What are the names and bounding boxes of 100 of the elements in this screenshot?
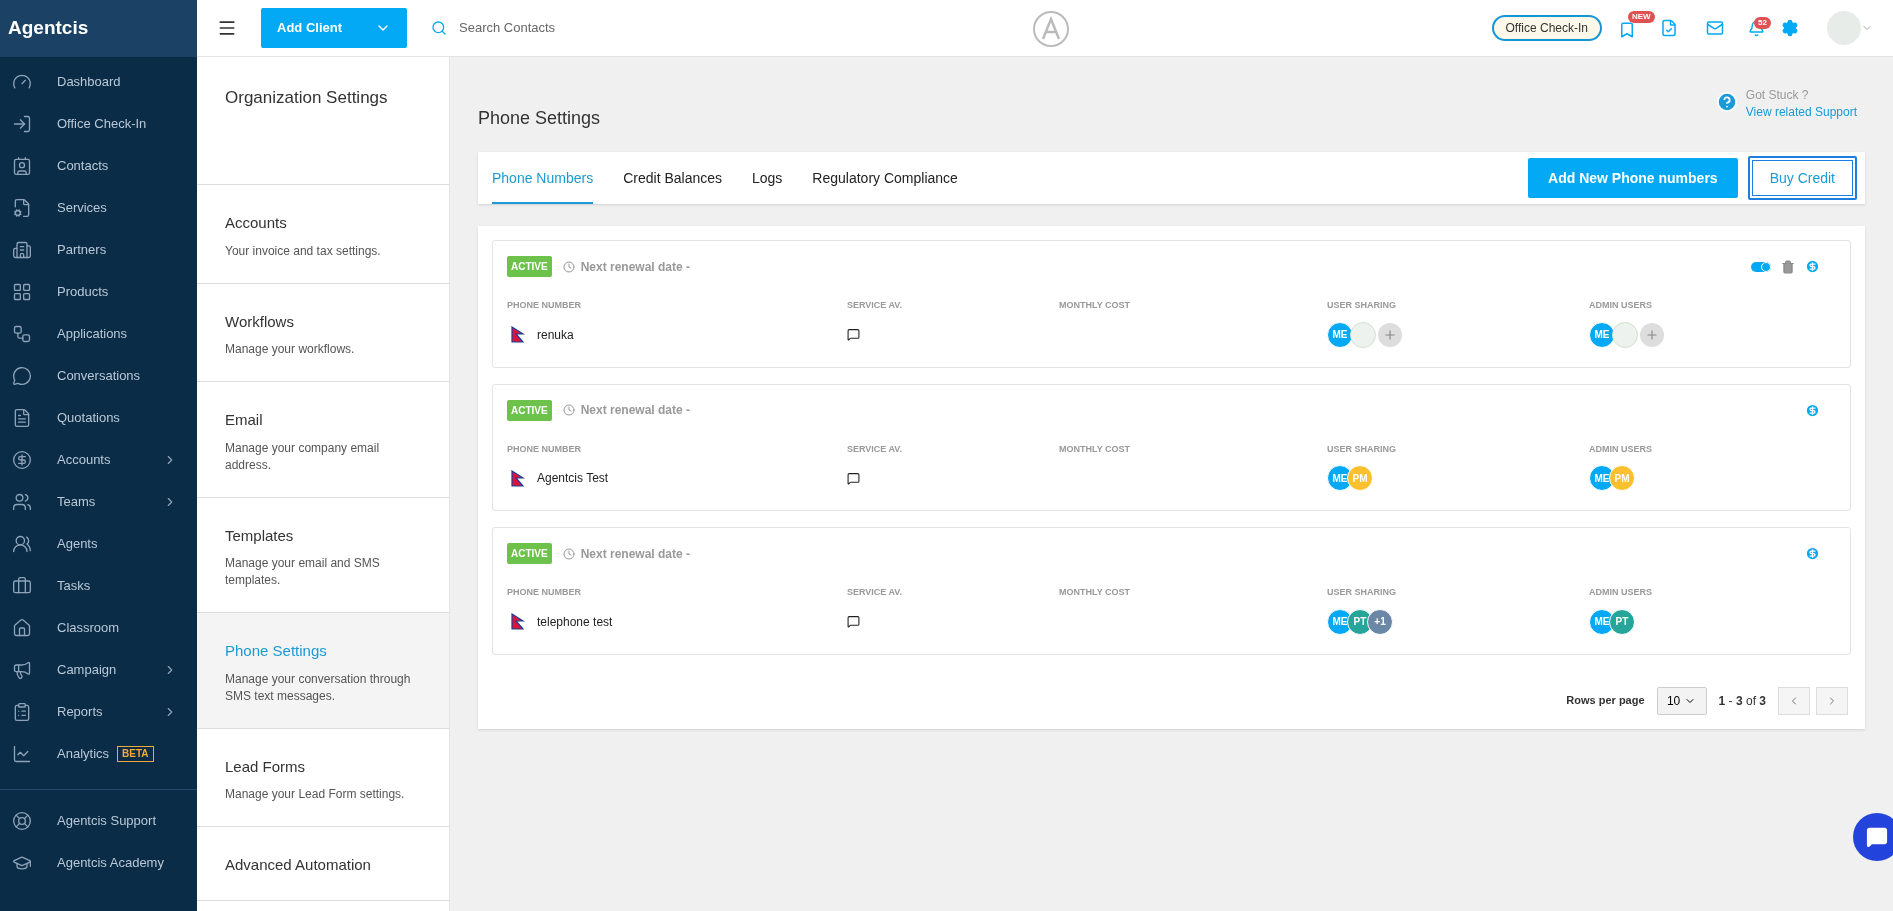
- settings-item-description: Manage your company email address.: [225, 439, 381, 474]
- nav-icon: [12, 240, 32, 260]
- status-badge: ACTIVE: [507, 399, 552, 421]
- tab[interactable]: Logs: [752, 152, 783, 204]
- settings-item-title: Advanced Automation: [225, 855, 372, 875]
- clock-icon: [562, 404, 575, 416]
- clock-icon: [562, 260, 575, 273]
- renewal-date: Next renewal date -: [580, 402, 691, 419]
- flag-icon: [511, 326, 525, 343]
- nav-icon: [12, 492, 32, 512]
- settings-item-title: Phone Settings: [225, 641, 328, 661]
- help-icon: [1715, 91, 1738, 113]
- toggle-switch[interactable]: [1751, 261, 1771, 272]
- nav-icon: [12, 450, 32, 470]
- column-header: PHONE NUMBER: [507, 299, 582, 312]
- plus-icon: [1383, 327, 1397, 342]
- bell-icon[interactable]: [1748, 19, 1765, 37]
- nav-icon: [12, 408, 32, 428]
- nav-item[interactable]: Agentcis Support: [0, 800, 197, 842]
- column-header: SERVICE AV.: [847, 442, 904, 456]
- column-header: PHONE NUMBER: [507, 586, 582, 599]
- nav-item[interactable]: Quotations: [0, 397, 197, 439]
- dollar-icon[interactable]: [1805, 259, 1820, 274]
- nav-label: Accounts: [57, 451, 111, 470]
- next-page-button[interactable]: [1816, 686, 1848, 715]
- column-header: MONTHLY COST: [1059, 442, 1131, 456]
- column-header: SERVICE AV.: [847, 299, 904, 312]
- page-title: Phone Settings: [478, 107, 601, 130]
- menu-icon[interactable]: [217, 18, 237, 38]
- beta-badge: BETA: [117, 746, 154, 762]
- user-avatar: PM: [1347, 465, 1373, 491]
- nav-icon: [12, 324, 32, 344]
- column-header: MONTHLY COST: [1059, 299, 1131, 312]
- nav-icon: [12, 114, 32, 134]
- column-header: ADMIN USERS: [1589, 299, 1653, 312]
- brand-logo[interactable]: Agentcis: [8, 14, 89, 43]
- message-icon: [847, 328, 860, 341]
- settings-icon[interactable]: [1781, 19, 1799, 37]
- avatar-photo-placeholder: [1350, 321, 1376, 348]
- nav-label: Agentcis Support: [57, 812, 156, 831]
- nav-item[interactable]: Applications: [0, 313, 197, 355]
- nav-label: Classroom: [57, 619, 120, 638]
- message-icon: [847, 471, 860, 485]
- nav-item[interactable]: Agentcis Academy: [0, 842, 197, 884]
- page-range: 1 - 3 of 3: [1718, 692, 1766, 710]
- settings-item-description: Manage your conversation through SMS text messages.: [225, 670, 412, 705]
- settings-item[interactable]: Phone Settings Manage your conversation through SMS text messages.: [197, 613, 449, 729]
- rows-select[interactable]: 10: [1656, 686, 1707, 715]
- nav-item[interactable]: Tasks: [0, 565, 197, 607]
- nav-item[interactable]: Reports: [0, 691, 197, 733]
- settings-item-title: Workflows: [225, 311, 295, 332]
- nav-label: Partners: [57, 241, 107, 260]
- add-user-button[interactable]: [1640, 322, 1664, 347]
- delete-icon[interactable]: [1781, 259, 1795, 274]
- tab[interactable]: Regulatory Compliance: [812, 152, 958, 204]
- nav-label: Dashboard: [57, 73, 121, 92]
- user-avatar: PT: [1609, 608, 1635, 635]
- nav-label: Applications: [57, 325, 128, 344]
- search-icon: [431, 20, 447, 36]
- column-header: USER SHARING: [1327, 442, 1397, 456]
- user-avatar: PM: [1609, 465, 1635, 491]
- nav-icon: [12, 282, 32, 302]
- nav-icon: [12, 576, 32, 596]
- nav-icon: [12, 198, 32, 218]
- nav-icon: [12, 744, 32, 764]
- bookmark-icon[interactable]: [1618, 21, 1636, 39]
- renewal-date: Next renewal date -: [580, 258, 691, 276]
- nav-item[interactable]: Contacts: [0, 145, 197, 187]
- nav-item[interactable]: Agents: [0, 523, 197, 565]
- nav-item[interactable]: Analytics BETA: [0, 733, 197, 775]
- nav-item[interactable]: Teams: [0, 481, 197, 523]
- nav-item[interactable]: Services: [0, 187, 197, 229]
- nav-icon: [12, 366, 32, 386]
- nav-item[interactable]: Campaign: [0, 649, 197, 691]
- office-check-in-button[interactable]: Office Check-In: [1491, 15, 1602, 41]
- dollar-icon[interactable]: [1805, 402, 1820, 418]
- nav-item[interactable]: Partners: [0, 229, 197, 271]
- nav-item[interactable]: Dashboard: [0, 61, 197, 103]
- clock-icon: [562, 547, 575, 560]
- nav-item[interactable]: Accounts: [0, 439, 197, 481]
- nav-item[interactable]: Products: [0, 271, 197, 313]
- nav-item[interactable]: Office Check-In: [0, 103, 197, 145]
- column-header: USER SHARING: [1327, 299, 1397, 312]
- user-avatar: ME: [1589, 321, 1615, 348]
- settings-item-title: Email: [225, 410, 264, 430]
- nav-icon: [12, 618, 32, 638]
- tab[interactable]: Credit Balances: [623, 152, 722, 204]
- previous-page-button[interactable]: [1778, 686, 1810, 715]
- status-badge: ACTIVE: [507, 543, 552, 564]
- phone-name: Agentcis Test: [537, 470, 609, 487]
- nav-item[interactable]: Classroom: [0, 607, 197, 649]
- add-user-button[interactable]: [1378, 322, 1402, 347]
- nav-label: Office Check-In: [57, 115, 147, 134]
- search-field[interactable]: Search Contacts: [459, 18, 759, 38]
- document-check-icon[interactable]: [1660, 19, 1678, 37]
- nav-item[interactable]: Conversations: [0, 355, 197, 397]
- mail-icon[interactable]: [1706, 19, 1724, 37]
- notification-count: 52: [1754, 16, 1771, 29]
- dollar-icon[interactable]: [1805, 546, 1820, 561]
- phone-name: renuka: [537, 326, 574, 344]
